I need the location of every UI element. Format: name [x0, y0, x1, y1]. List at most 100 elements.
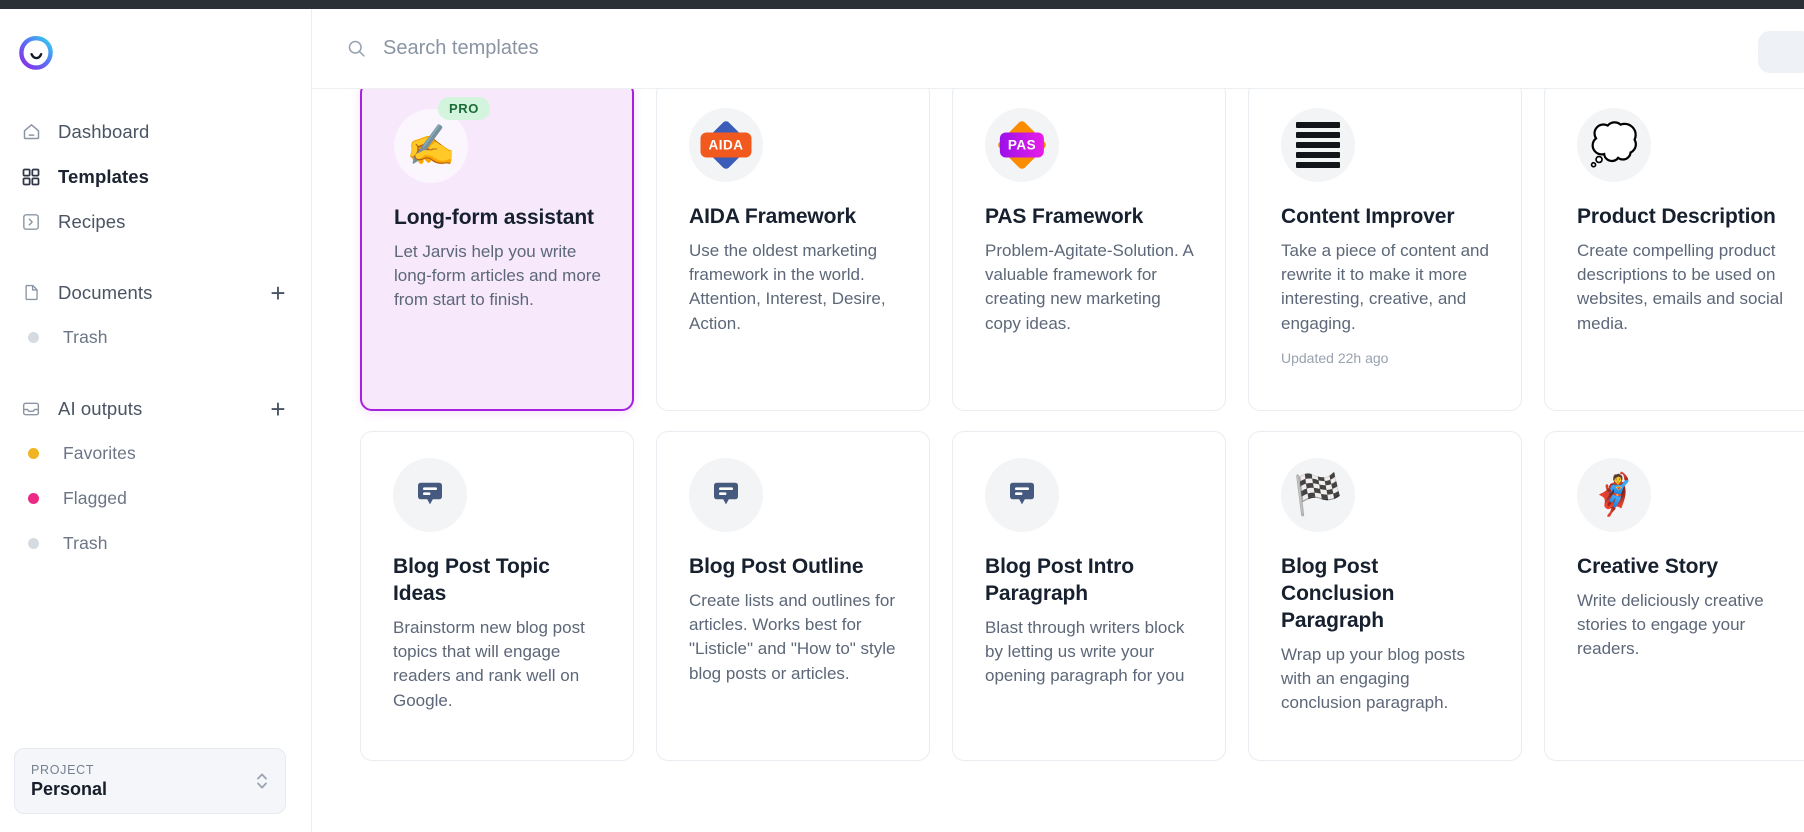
- pro-badge: PRO: [438, 97, 490, 120]
- text-lines-icon: [1296, 122, 1340, 168]
- template-title: Blog Post Conclusion Paragraph: [1281, 554, 1493, 635]
- chat-bubble-icon: [1002, 475, 1042, 515]
- sidebar-item-favorites[interactable]: Favorites: [0, 431, 311, 476]
- primary-nav: Dashboard Templates: [0, 109, 311, 566]
- template-title: Blog Post Intro Paragraph: [985, 554, 1197, 608]
- pas-badge-label: PAS: [1000, 133, 1044, 158]
- sidebar-item-recipes[interactable]: Recipes: [0, 199, 311, 244]
- sidebar-label-documents-trash: Trash: [63, 327, 108, 348]
- sidebar-label-documents: Documents: [58, 282, 152, 304]
- aida-badge-icon: AIDA: [698, 117, 754, 173]
- terminal-icon: [20, 211, 42, 233]
- nav-spacer-2: [0, 360, 311, 386]
- template-title: PAS Framework: [985, 204, 1197, 231]
- inbox-icon: [20, 398, 42, 420]
- template-card-content-improver[interactable]: Content Improver Take a piece of content…: [1248, 89, 1522, 411]
- template-icon-wrapper: 💭: [1577, 108, 1651, 182]
- superhero-emoji: 🦸: [1589, 475, 1639, 515]
- project-switcher[interactable]: PROJECT Personal: [14, 748, 286, 814]
- template-icon-wrapper: [985, 458, 1059, 532]
- thought-balloon-emoji: 💭: [1589, 125, 1639, 165]
- template-description: Create compelling product descriptions t…: [1577, 239, 1789, 336]
- template-card-aida-framework[interactable]: AIDA AIDA Framework Use the oldest marke…: [656, 89, 930, 411]
- template-description: Create lists and outlines for articles. …: [689, 589, 901, 686]
- template-card-blog-post-outline[interactable]: Blog Post Outline Create lists and outli…: [656, 431, 930, 761]
- chat-bubble-icon: [410, 475, 450, 515]
- template-card-long-form-assistant[interactable]: ✍️ PRO Long-form assistant Let Jarvis he…: [360, 89, 634, 411]
- template-card-creative-story[interactable]: 🦸 Creative Story Write deliciously creat…: [1544, 431, 1804, 761]
- writing-hand-emoji: ✍️: [406, 126, 456, 166]
- template-icon-wrapper: 🦸: [1577, 458, 1651, 532]
- sidebar-item-ai-trash[interactable]: Trash: [0, 521, 311, 566]
- sidebar-item-flagged[interactable]: Flagged: [0, 476, 311, 521]
- template-updated-label: Updated 22h ago: [1281, 350, 1493, 366]
- project-switcher-label: PROJECT: [31, 763, 107, 777]
- sidebar-label-ai-trash: Trash: [63, 533, 108, 554]
- sidebar-label-dashboard: Dashboard: [58, 121, 149, 143]
- template-description: Problem-Agitate-Solution. A valuable fra…: [985, 239, 1197, 336]
- window-title-strip: [0, 0, 1804, 9]
- home-icon: [20, 121, 42, 143]
- sidebar-label-flagged: Flagged: [63, 488, 127, 509]
- pas-badge-icon: PAS: [994, 117, 1050, 173]
- sidebar-item-documents-trash[interactable]: Trash: [0, 315, 311, 360]
- template-description: Blast through writers block by letting u…: [985, 616, 1197, 689]
- template-icon-wrapper: 🏁: [1281, 458, 1355, 532]
- template-description: Brainstorm new blog post topics that wil…: [393, 616, 605, 713]
- aida-badge-label: AIDA: [701, 133, 752, 158]
- flagged-dot-icon: [25, 488, 42, 510]
- template-title: Content Improver: [1281, 204, 1493, 231]
- ai-trash-dot-icon: [25, 533, 42, 555]
- template-card-blog-post-topic-ideas[interactable]: Blog Post Topic Ideas Brainstorm new blo…: [360, 431, 634, 761]
- template-title: Product Description: [1577, 204, 1789, 231]
- template-title: Blog Post Topic Ideas: [393, 554, 605, 608]
- template-icon-wrapper: [689, 458, 763, 532]
- main-content: ✍️ PRO Long-form assistant Let Jarvis he…: [312, 0, 1804, 832]
- chat-bubble-icon: [706, 475, 746, 515]
- template-icon-wrapper: [393, 458, 467, 532]
- sidebar-item-ai-outputs[interactable]: AI outputs +: [0, 386, 311, 431]
- project-switcher-value: Personal: [31, 779, 107, 800]
- logo-wrapper[interactable]: [0, 9, 311, 71]
- template-icon-wrapper: [1281, 108, 1355, 182]
- chevron-updown-icon[interactable]: [255, 770, 269, 792]
- sidebar-item-dashboard[interactable]: Dashboard: [0, 109, 311, 154]
- trash-dot-icon: [25, 327, 42, 349]
- template-description: Wrap up your blog posts with an engaging…: [1281, 643, 1493, 716]
- sidebar-label-ai-outputs: AI outputs: [58, 398, 142, 420]
- template-description: Take a piece of content and rewrite it t…: [1281, 239, 1493, 336]
- sidebar-label-favorites: Favorites: [63, 443, 136, 464]
- template-description: Write deliciously creative stories to en…: [1577, 589, 1789, 662]
- add-document-button[interactable]: +: [267, 280, 289, 306]
- search-icon: [346, 38, 367, 59]
- templates-grid: ✍️ PRO Long-form assistant Let Jarvis he…: [312, 89, 1804, 761]
- sidebar-item-documents[interactable]: Documents +: [0, 270, 311, 315]
- sidebar-label-recipes: Recipes: [58, 211, 126, 233]
- project-switcher-text: PROJECT Personal: [31, 763, 107, 800]
- chequered-flag-emoji: 🏁: [1293, 475, 1343, 515]
- nav-spacer-1: [0, 244, 311, 270]
- template-card-product-description[interactable]: 💭 Product Description Create compelling …: [1544, 89, 1804, 411]
- search-bar: [312, 9, 1804, 89]
- app-root: Dashboard Templates: [0, 0, 1804, 832]
- sidebar: Dashboard Templates: [0, 0, 312, 832]
- template-card-pas-framework[interactable]: PAS PAS Framework Problem-Agitate-Soluti…: [952, 89, 1226, 411]
- template-description: Let Jarvis help you write long-form arti…: [394, 240, 604, 313]
- template-card-blog-post-intro-paragraph[interactable]: Blog Post Intro Paragraph Blast through …: [952, 431, 1226, 761]
- add-ai-output-button[interactable]: +: [267, 396, 289, 422]
- sidebar-label-templates: Templates: [58, 166, 149, 188]
- search-input[interactable]: [383, 37, 1023, 60]
- jarvis-logo-icon[interactable]: [18, 35, 54, 71]
- template-icon-wrapper: PAS: [985, 108, 1059, 182]
- top-right-action-button[interactable]: [1758, 31, 1804, 73]
- document-icon: [20, 282, 42, 304]
- template-title: AIDA Framework: [689, 204, 901, 231]
- sidebar-item-templates[interactable]: Templates: [0, 154, 311, 199]
- templates-scroll-area[interactable]: ✍️ PRO Long-form assistant Let Jarvis he…: [312, 89, 1804, 832]
- template-card-blog-post-conclusion-paragraph[interactable]: 🏁 Blog Post Conclusion Paragraph Wrap up…: [1248, 431, 1522, 761]
- template-title: Blog Post Outline: [689, 554, 901, 581]
- favorites-dot-icon: [25, 443, 42, 465]
- template-icon-wrapper: ✍️ PRO: [394, 109, 468, 183]
- grid-icon: [20, 166, 42, 188]
- template-icon-wrapper: AIDA: [689, 108, 763, 182]
